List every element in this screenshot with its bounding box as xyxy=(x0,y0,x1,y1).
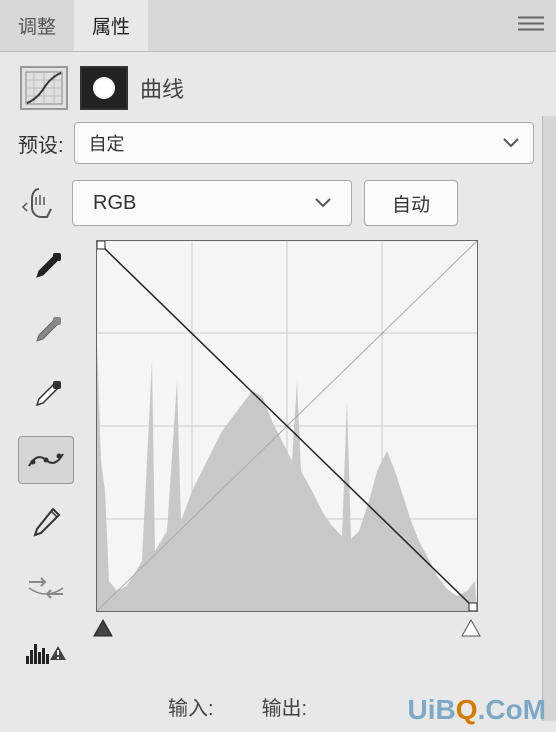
curves-graph[interactable] xyxy=(96,240,478,612)
chevron-down-icon xyxy=(315,198,331,208)
eyedropper-white-icon[interactable] xyxy=(18,372,74,420)
target-adjust-icon[interactable] xyxy=(18,182,60,224)
channel-select[interactable]: RGB xyxy=(72,180,352,226)
histogram-warning-icon[interactable] xyxy=(18,628,74,676)
smooth-tool-icon[interactable] xyxy=(18,564,74,612)
curve-point-tool-icon[interactable] xyxy=(18,436,74,484)
preset-value: 自定 xyxy=(89,130,125,156)
black-point-slider[interactable] xyxy=(92,618,114,638)
adjustment-title: 曲线 xyxy=(140,72,184,104)
input-label: 输入: xyxy=(168,692,214,721)
panel-scrollbar[interactable] xyxy=(542,116,556,721)
channel-value: RGB xyxy=(93,192,136,215)
preset-label: 预设: xyxy=(18,129,64,158)
eyedropper-black-icon[interactable] xyxy=(18,244,74,292)
curves-type-icon[interactable] xyxy=(20,66,68,110)
panel-menu-icon[interactable] xyxy=(518,15,544,36)
input-slider-track[interactable] xyxy=(96,616,478,646)
watermark-text: UiBQ.CoM xyxy=(408,694,546,726)
tab-properties[interactable]: 属性 xyxy=(74,0,148,51)
output-label: 输出: xyxy=(262,692,308,721)
tab-adjustments[interactable]: 调整 xyxy=(0,0,74,51)
eyedropper-gray-icon[interactable] xyxy=(18,308,74,356)
white-point-slider[interactable] xyxy=(460,618,482,638)
mask-icon[interactable] xyxy=(80,66,128,110)
pencil-tool-icon[interactable] xyxy=(18,500,74,548)
auto-button[interactable]: 自动 xyxy=(364,180,458,226)
chevron-down-icon xyxy=(503,138,519,148)
preset-select[interactable]: 自定 xyxy=(74,122,534,164)
